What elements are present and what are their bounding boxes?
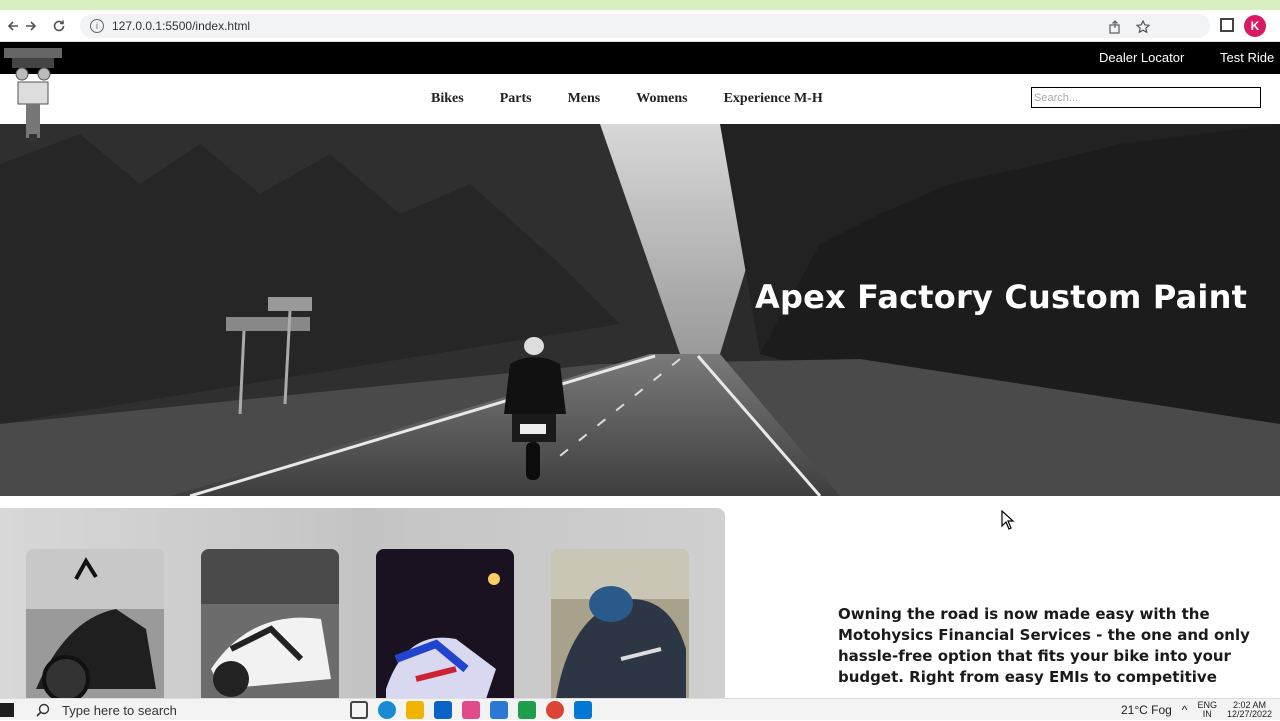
hero-title: Apex Factory Custom Paint	[755, 278, 1248, 316]
hero-banner: Apex Factory Custom Paint	[0, 124, 1280, 496]
address-bar[interactable]: i 127.0.0.1:5500/index.html	[80, 14, 1210, 38]
forward-arrow-icon[interactable]	[18, 13, 44, 39]
nav-bikes[interactable]: Bikes	[431, 91, 464, 107]
finance-description: Owning the road is now made easy with th…	[838, 605, 1250, 686]
clock[interactable]: 2:02 AM 12/27/2022	[1227, 701, 1272, 719]
profile-avatar[interactable]: K	[1244, 15, 1266, 37]
side-panel-icon[interactable]	[1220, 18, 1234, 32]
bike-card-image	[551, 549, 689, 698]
taskbar-search[interactable]: Type here to search	[28, 699, 268, 721]
nav-womens[interactable]: Womens	[636, 91, 687, 107]
weather-text[interactable]: 21°C Fog	[1121, 703, 1172, 717]
chevron-up-icon[interactable]: ^	[1182, 703, 1188, 717]
nav-parts[interactable]: Parts	[500, 91, 532, 107]
bookmark-star-icon[interactable]	[1135, 19, 1151, 37]
nav-experience[interactable]: Experience M-H	[724, 91, 823, 107]
search-icon	[36, 703, 50, 717]
edge-icon[interactable]	[378, 701, 396, 719]
bike-card[interactable]	[26, 549, 164, 698]
site-info-icon[interactable]: i	[90, 19, 104, 33]
app-icon[interactable]	[518, 701, 536, 719]
lang-bottom: IN	[1202, 709, 1212, 719]
nav-mens[interactable]: Mens	[568, 91, 601, 107]
site-topbar: Dealer Locator Test Ride	[0, 42, 1280, 74]
bike-card[interactable]	[201, 549, 339, 698]
file-explorer-icon[interactable]	[406, 701, 424, 719]
nav-links: Bikes Parts Mens Womens Experience M-H	[431, 91, 859, 107]
site-logo[interactable]	[2, 46, 64, 144]
vscode-icon[interactable]	[490, 701, 508, 719]
main-navbar: Bikes Parts Mens Womens Experience M-H	[0, 74, 1280, 124]
dealer-locator-link[interactable]: Dealer Locator	[1099, 50, 1184, 65]
url-text: 127.0.0.1:5500/index.html	[112, 19, 251, 33]
taskbar-search-placeholder: Type here to search	[62, 702, 177, 718]
mail-icon[interactable]	[434, 701, 452, 719]
bike-card[interactable]	[551, 549, 689, 698]
share-icon[interactable]	[1108, 20, 1122, 37]
mouse-cursor-icon	[1001, 509, 1015, 535]
bike-card-image	[376, 549, 514, 698]
browser-toolbar: i 127.0.0.1:5500/index.html K	[0, 10, 1280, 42]
browser-tab-strip	[0, 0, 1280, 10]
windows-start-icon[interactable]	[0, 703, 14, 717]
app-icon[interactable]	[574, 701, 592, 719]
clock-date: 12/27/2022	[1226, 709, 1272, 719]
language-indicator[interactable]: ENG IN	[1197, 701, 1217, 719]
app-icon[interactable]	[462, 701, 480, 719]
bike-card-image	[201, 549, 339, 698]
search-input[interactable]	[1031, 87, 1261, 108]
bike-card-image	[26, 549, 164, 698]
taskbar-apps	[350, 701, 592, 719]
system-tray: 21°C Fog ^ ENG IN 2:02 AM 12/27/2022	[1121, 701, 1272, 719]
reload-icon[interactable]	[46, 13, 72, 39]
chrome-icon[interactable]	[546, 701, 564, 719]
windows-taskbar: Type here to search 21°C Fog ^ ENG IN 2:…	[0, 698, 1280, 720]
bike-card[interactable]	[376, 549, 514, 698]
test-ride-link[interactable]: Test Ride	[1220, 50, 1274, 65]
bike-cards-panel	[0, 508, 725, 698]
task-view-icon[interactable]	[350, 701, 368, 719]
